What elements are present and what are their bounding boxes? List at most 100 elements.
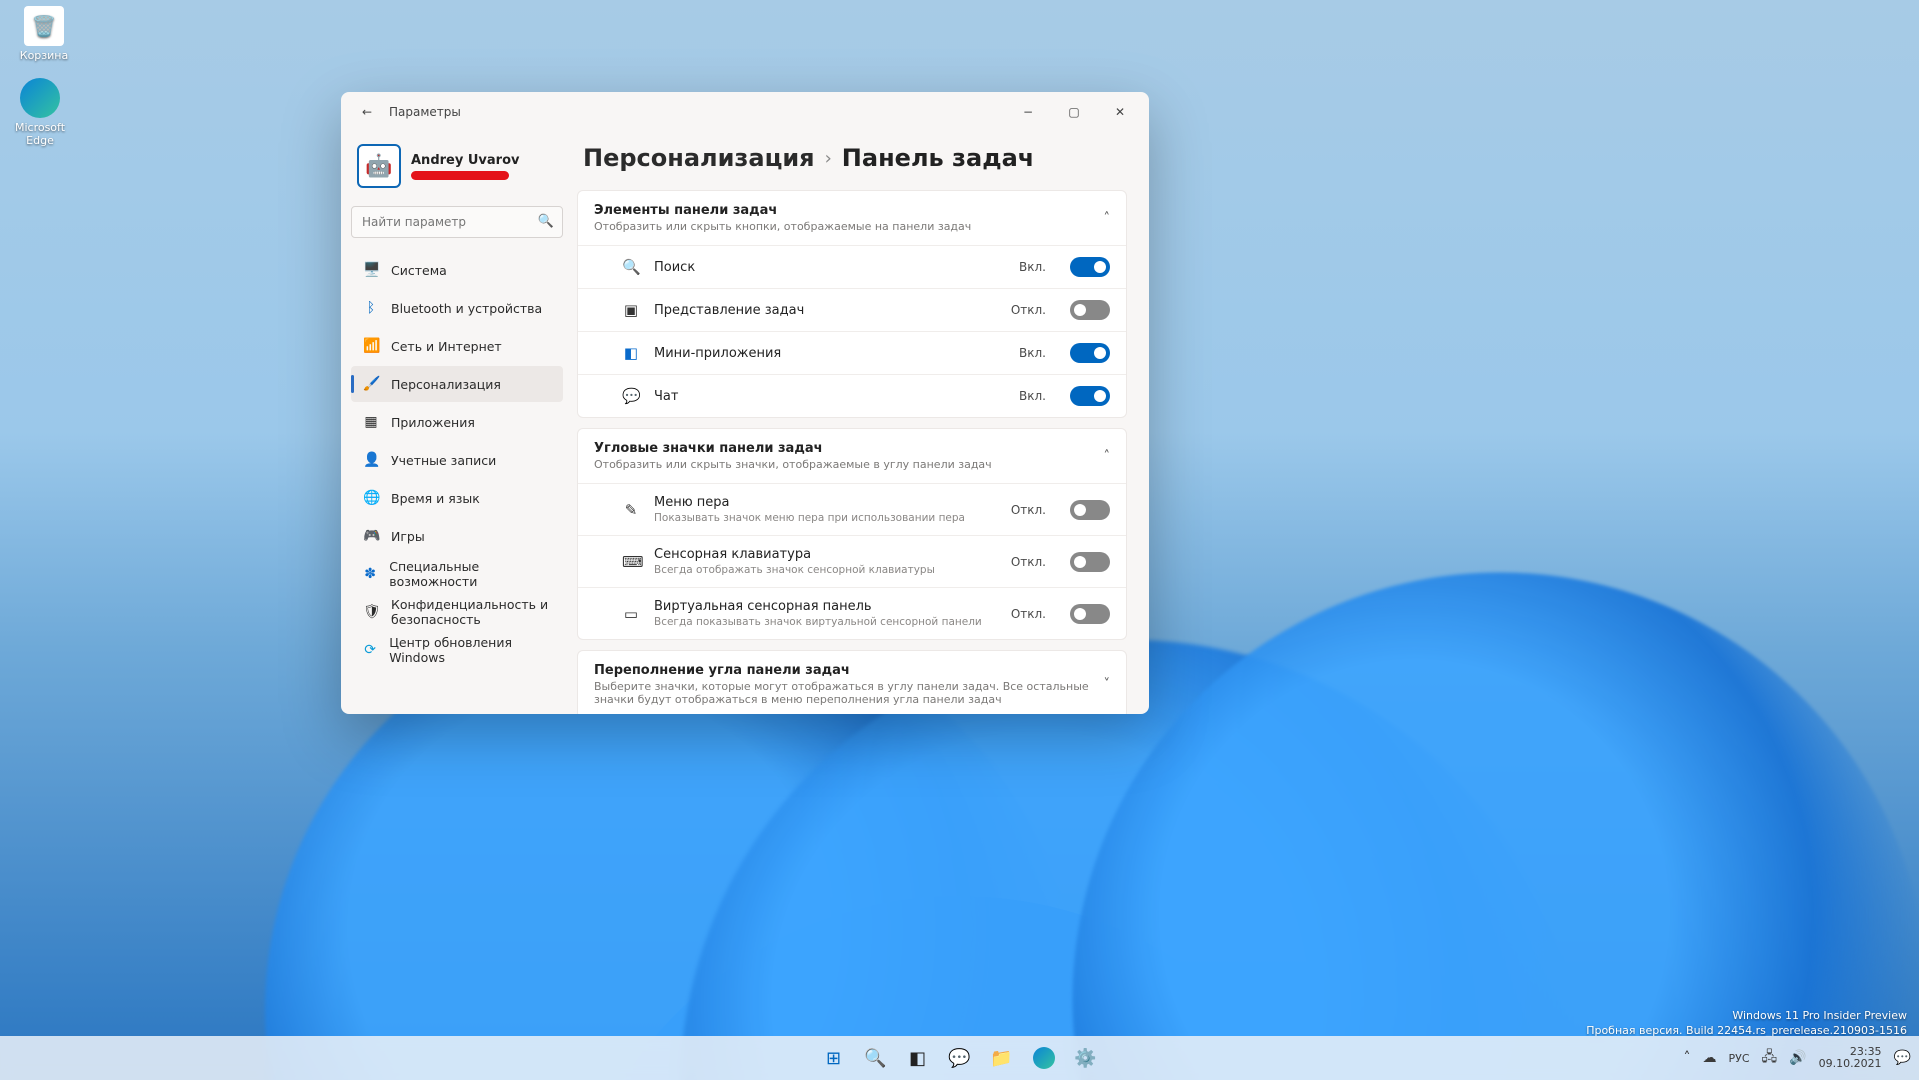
setting-row: ⌨Сенсорная клавиатураВсегда отображать з… [578, 535, 1126, 587]
insider-watermark: Windows 11 Pro Insider Preview Пробная в… [1586, 1009, 1907, 1038]
taskbar-task-view[interactable]: ◧ [900, 1040, 936, 1076]
sidebar-item-3[interactable]: 🖌️ Персонализация [351, 366, 563, 402]
tray-volume-icon[interactable]: 🔊 [1789, 1050, 1806, 1066]
minimize-icon: − [1023, 105, 1033, 119]
taskbar-search[interactable]: 🔍 [858, 1040, 894, 1076]
desktop-icon-recycle-bin[interactable]: 🗑️ Корзина [6, 6, 82, 62]
nav-icon: ▦ [363, 414, 379, 430]
windows-icon: ⊞ [826, 1048, 841, 1069]
search-box[interactable]: 🔍 [351, 206, 563, 238]
sidebar-item-label: Время и язык [391, 491, 480, 506]
maximize-icon: ▢ [1068, 105, 1079, 119]
sidebar-item-1[interactable]: ᛒ Bluetooth и устройства [351, 290, 563, 326]
taskbar-chat[interactable]: 💬 [942, 1040, 978, 1076]
sidebar-item-label: Система [391, 263, 447, 278]
sidebar-item-9[interactable]: 🛡Конфиденциальность и безопасность [351, 594, 563, 630]
toggle-switch[interactable] [1070, 386, 1110, 406]
sidebar-item-label: Приложения [391, 415, 475, 430]
recycle-bin-icon: 🗑️ [24, 6, 64, 46]
minimize-button[interactable]: − [1005, 96, 1051, 128]
folder-icon: 📁 [990, 1048, 1012, 1069]
taskbar-explorer[interactable]: 📁 [984, 1040, 1020, 1076]
edge-icon [20, 78, 60, 118]
row-label: Представление задач [654, 303, 997, 318]
section-header[interactable]: Переполнение угла панели задач Выберите з… [578, 651, 1126, 714]
user-block[interactable]: 🤖 Andrey Uvarov [351, 138, 563, 198]
setting-row: ▣ Представление задач Откл. [578, 288, 1126, 331]
nav-icon: ᛒ [363, 300, 379, 316]
close-button[interactable]: ✕ [1097, 96, 1143, 128]
sidebar-item-8[interactable]: ✽Специальные возможности [351, 556, 563, 592]
sidebar-item-0[interactable]: 🖥️Система [351, 252, 563, 288]
section-header[interactable]: Угловые значки панели задач Отобразить ил… [578, 429, 1126, 483]
avatar: 🤖 [357, 144, 401, 188]
sidebar-item-label: Конфиденциальность и безопасность [391, 597, 551, 627]
tray-network-icon[interactable]: 🖧 [1762, 1046, 1778, 1070]
sidebar: 🤖 Andrey Uvarov 🔍 🖥️Система ᛒ Bluetooth и … [341, 132, 573, 714]
row-label: Виртуальная сенсорная панель [654, 599, 997, 614]
start-button[interactable]: ⊞ [816, 1040, 852, 1076]
toggle-state-label: Вкл. [1019, 260, 1046, 274]
setting-row: ▭Виртуальная сенсорная панельВсегда пока… [578, 587, 1126, 639]
redacted-email [411, 171, 509, 180]
sidebar-item-2[interactable]: 📶Сеть и Интернет [351, 328, 563, 364]
nav-icon: 🖌️ [363, 376, 379, 392]
maximize-button[interactable]: ▢ [1051, 96, 1097, 128]
chevron-up-icon: ˄ [1104, 449, 1111, 464]
row-icon: ✎ [622, 501, 640, 519]
sidebar-item-10[interactable]: ⟳Центр обновления Windows [351, 632, 563, 668]
toggle-state-label: Откл. [1011, 303, 1046, 317]
sidebar-item-7[interactable]: 🎮Игры [351, 518, 563, 554]
taskbar-edge[interactable] [1026, 1040, 1062, 1076]
sidebar-item-5[interactable]: 👤Учетные записи [351, 442, 563, 478]
section-title: Угловые значки панели задач [594, 441, 1094, 456]
sidebar-item-4[interactable]: ▦ Приложения [351, 404, 563, 440]
row-icon: 🔍 [622, 258, 640, 276]
toggle-state-label: Вкл. [1019, 389, 1046, 403]
tray-onedrive-icon[interactable]: ☁ [1702, 1050, 1716, 1066]
desktop-icon-edge[interactable]: Microsoft Edge [2, 78, 78, 147]
row-icon: 💬 [622, 387, 640, 405]
nav-icon: 🌐 [363, 490, 379, 506]
row-sublabel: Всегда показывать значок виртуальной сен… [654, 616, 997, 628]
search-input[interactable] [351, 206, 563, 238]
edge-icon [1033, 1047, 1055, 1069]
tray-chevron-icon[interactable]: ˄ [1683, 1050, 1690, 1066]
row-sublabel: Показывать значок меню пера при использо… [654, 512, 997, 524]
desktop-icon-label: Корзина [6, 49, 82, 62]
back-button[interactable]: ← [355, 100, 379, 124]
tray-language[interactable]: РУС [1728, 1052, 1749, 1065]
section-title: Переполнение угла панели задач [594, 663, 1094, 678]
section-title: Элементы панели задач [594, 203, 1094, 218]
sidebar-item-label: Bluetooth и устройства [391, 301, 542, 316]
section-header[interactable]: Элементы панели задачОтобразить или скры… [578, 191, 1126, 245]
row-icon: ▣ [622, 301, 640, 319]
sidebar-item-6[interactable]: 🌐 Время и язык [351, 480, 563, 516]
section-subtitle: Отобразить или скрыть значки, отображаем… [594, 458, 1094, 471]
toggle-state-label: Откл. [1011, 555, 1046, 569]
setting-row: 🔍ПоискВкл. [578, 245, 1126, 288]
setting-row: ◧Мини-приложенияВкл. [578, 331, 1126, 374]
toggle-switch[interactable] [1070, 604, 1110, 624]
window-title: Параметры [389, 105, 461, 119]
section-subtitle: Выберите значки, которые могут отображат… [594, 680, 1094, 706]
toggle-switch[interactable] [1070, 300, 1110, 320]
sidebar-item-label: Персонализация [391, 377, 501, 392]
breadcrumb-root[interactable]: Персонализация [583, 144, 815, 172]
row-label: Мини-приложения [654, 346, 1005, 361]
toggle-switch[interactable] [1070, 500, 1110, 520]
toggle-state-label: Откл. [1011, 503, 1046, 517]
content-area: Персонализация › Панель задач Элементы п… [573, 132, 1149, 714]
row-label: Чат [654, 389, 1005, 404]
arrow-left-icon: ← [362, 105, 372, 119]
toggle-switch[interactable] [1070, 343, 1110, 363]
tray-clock[interactable]: 23:35 09.10.2021 [1819, 1046, 1882, 1070]
toggle-switch[interactable] [1070, 552, 1110, 572]
sidebar-item-label: Специальные возможности [389, 559, 551, 589]
taskbar-settings[interactable]: ⚙️ [1068, 1040, 1104, 1076]
tray-notifications-icon[interactable]: 💬 [1894, 1050, 1911, 1066]
section-0: Элементы панели задачОтобразить или скры… [577, 190, 1127, 418]
toggle-state-label: Откл. [1011, 607, 1046, 621]
setting-row: ✎Меню пераПоказывать значок меню пера пр… [578, 483, 1126, 535]
toggle-switch[interactable] [1070, 257, 1110, 277]
